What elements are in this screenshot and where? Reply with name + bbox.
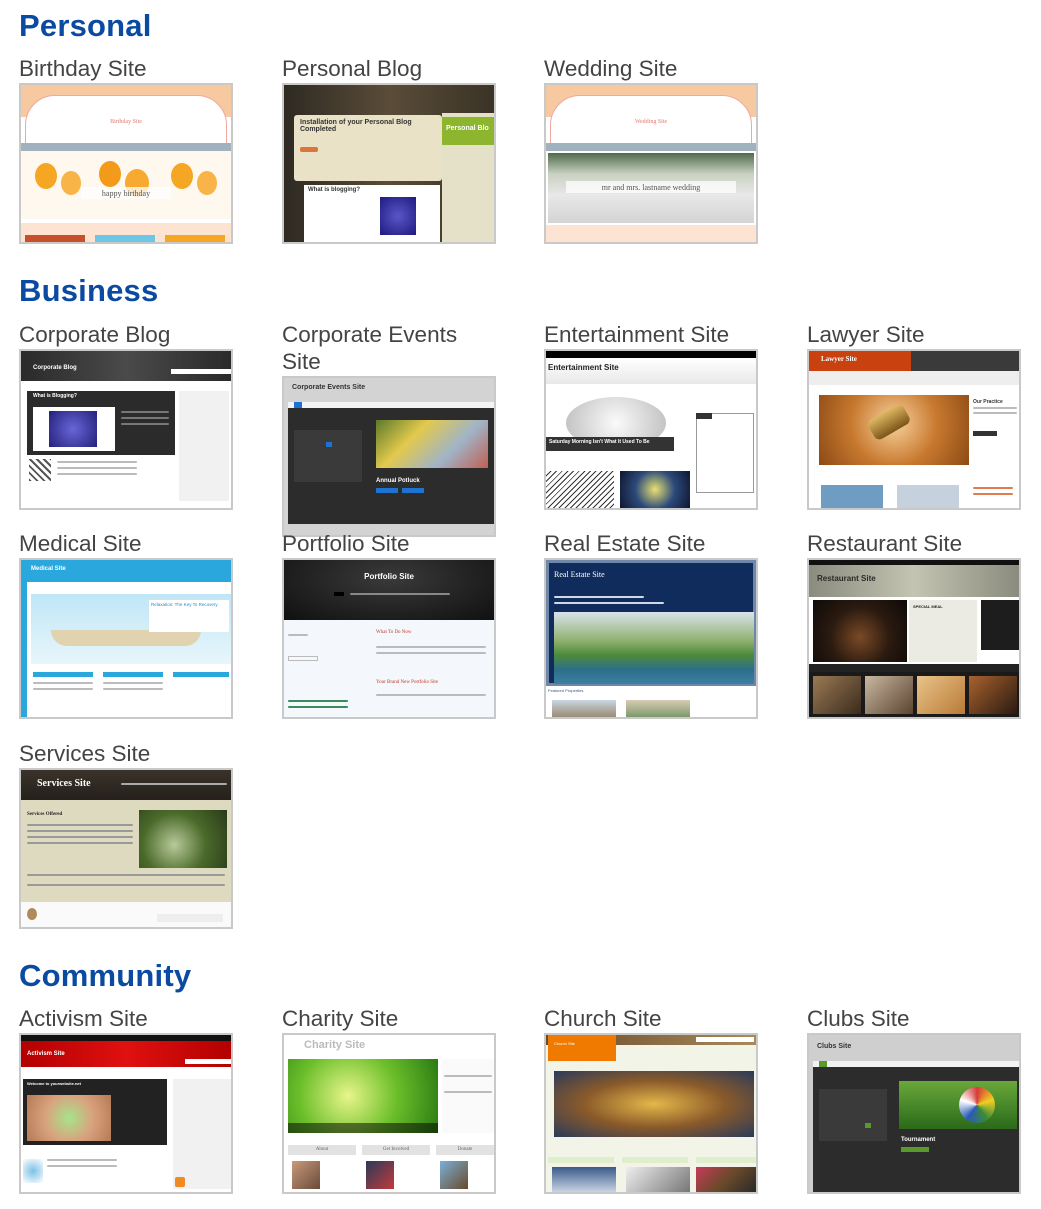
template-thumbnail-medical[interactable]: Medical Site Relaxation: The Key To Reco… [19, 558, 233, 719]
template-thumbnail-services[interactable]: Services Site Services Offered [19, 768, 233, 929]
template-thumbnail-wedding[interactable]: Wedding Site mr and mrs. lastname weddin… [544, 83, 758, 244]
template-thumbnail-entertainment[interactable]: Entertainment Site Saturday Morning Isn'… [544, 349, 758, 510]
template-label[interactable]: Activism Site [19, 1005, 233, 1032]
template-thumbnail-charity[interactable]: Charity Site About Get Involved Donate [282, 1033, 496, 1194]
template-thumbnail-activism[interactable]: Activism Site Welcome to yourwebsite.net [19, 1033, 233, 1194]
template-thumbnail-corporate-events[interactable]: Corporate Events Site Annual Potluck [282, 376, 496, 537]
template-label[interactable]: Entertainment Site [544, 321, 758, 348]
template-thumbnail-corporate-blog[interactable]: Corporate Blog What is Blogging? [19, 349, 233, 510]
template-label[interactable]: Clubs Site [807, 1005, 1021, 1032]
template-card-medical[interactable]: Medical Site Medical Site Relaxation: Th… [19, 530, 233, 719]
template-card-portfolio[interactable]: Portfolio Site Portfolio Site What To Do… [282, 530, 496, 719]
template-label[interactable]: Services Site [19, 740, 233, 767]
template-label[interactable]: Medical Site [19, 530, 233, 557]
template-thumbnail-birthday[interactable]: Birthday Site happy birthday [19, 83, 233, 244]
template-thumbnail-restaurant[interactable]: Restaurant Site SPECIAL MEAL [807, 558, 1021, 719]
template-card-activism[interactable]: Activism Site Activism Site Welcome to y… [19, 1005, 233, 1194]
template-thumbnail-personal-blog[interactable]: Installation of your Personal Blog Compl… [282, 83, 496, 244]
template-card-services[interactable]: Services Site Services Site Services Off… [19, 740, 233, 929]
template-thumbnail-lawyer[interactable]: Lawyer Site Our Practice [807, 349, 1021, 510]
template-label[interactable]: Church Site [544, 1005, 758, 1032]
template-card-birthday[interactable]: Birthday Site Birthday Site happy birthd… [19, 55, 233, 244]
template-card-charity[interactable]: Charity Site Charity Site About Get Invo… [282, 1005, 496, 1194]
template-card-clubs[interactable]: Clubs Site Clubs Site Tournament [807, 1005, 1021, 1194]
template-label[interactable]: Wedding Site [544, 55, 758, 82]
section-heading-business: Business [19, 273, 159, 308]
template-label[interactable]: Corporate Blog [19, 321, 233, 348]
section-heading-personal: Personal [19, 8, 152, 43]
template-label[interactable]: Real Estate Site [544, 530, 758, 557]
section-heading-community: Community [19, 958, 192, 993]
template-label[interactable]: Corporate Events Site [282, 321, 482, 375]
template-card-corporate-events[interactable]: Corporate Events Site Corporate Events S… [282, 321, 496, 537]
template-card-church[interactable]: Church Site Church Site [544, 1005, 758, 1194]
template-thumbnail-portfolio[interactable]: Portfolio Site What To Do Now Your Brand… [282, 558, 496, 719]
template-card-restaurant[interactable]: Restaurant Site Restaurant Site SPECIAL … [807, 530, 1021, 719]
template-label[interactable]: Birthday Site [19, 55, 233, 82]
template-card-corporate-blog[interactable]: Corporate Blog Corporate Blog What is Bl… [19, 321, 233, 510]
template-label[interactable]: Charity Site [282, 1005, 496, 1032]
template-label[interactable]: Personal Blog [282, 55, 496, 82]
template-card-lawyer[interactable]: Lawyer Site Lawyer Site Our Practice [807, 321, 1021, 510]
template-thumbnail-real-estate[interactable]: Real Estate Site Featured Properties [544, 558, 758, 719]
template-card-real-estate[interactable]: Real Estate Site Real Estate Site Featur… [544, 530, 758, 719]
template-label[interactable]: Lawyer Site [807, 321, 1021, 348]
template-card-personal-blog[interactable]: Personal Blog Installation of your Perso… [282, 55, 496, 244]
template-card-entertainment[interactable]: Entertainment Site Entertainment Site Sa… [544, 321, 758, 510]
template-thumbnail-clubs[interactable]: Clubs Site Tournament [807, 1033, 1021, 1194]
template-label[interactable]: Restaurant Site [807, 530, 1021, 557]
template-thumbnail-church[interactable]: Church Site [544, 1033, 758, 1194]
template-card-wedding[interactable]: Wedding Site Wedding Site mr and mrs. la… [544, 55, 758, 244]
template-label[interactable]: Portfolio Site [282, 530, 496, 557]
